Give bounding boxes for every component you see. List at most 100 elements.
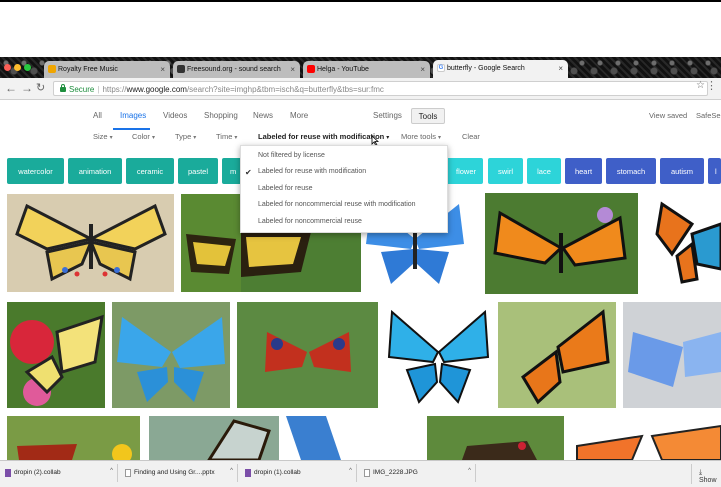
tab-all[interactable]: All [93,111,102,120]
chevron-down-icon: ▾ [438,135,442,141]
image-result[interactable] [286,416,411,460]
chip-stomach[interactable]: stomach [606,158,656,184]
tab-close-icon[interactable]: × [558,64,563,73]
tab-news[interactable]: News [253,111,273,120]
image-result[interactable] [623,302,721,408]
lock-icon [60,84,66,92]
image-result[interactable] [181,194,241,292]
tools-button[interactable]: Tools [411,108,445,124]
chip-pastel[interactable]: pastel [178,158,218,184]
image-result[interactable] [7,416,140,460]
more-tools-filter-label: More tools [401,132,437,141]
tab-freesound[interactable]: Freesound.org - sound search × [173,61,300,78]
tab-images[interactable]: Images [120,111,146,120]
more-tools-filter[interactable]: More tools ▾ [401,132,441,141]
screen: Royalty Free Music × Freesound.org - sou… [0,0,721,487]
image-result[interactable] [7,302,105,408]
download-item[interactable]: dropin (2).collab ^ [0,464,118,482]
tab-label: Helga - YouTube [317,66,369,73]
show-all-downloads-button[interactable]: ⤓ Show [691,464,721,484]
top-black-bar [0,0,721,2]
size-filter-label: Size [93,132,108,141]
tab-royalty-free-music[interactable]: Royalty Free Music × [44,61,170,78]
google-favicon-icon: G [437,64,445,72]
monarch-butterfly-image [485,193,638,294]
usage-rights-filter[interactable]: Labeled for reuse with modification ▾ [258,132,389,141]
chip-label: pastel [187,167,208,176]
image-result[interactable] [427,416,564,460]
tab-butterfly-google-search[interactable]: G butterfly - Google Search × [433,60,568,78]
close-window-icon[interactable] [4,64,11,71]
chevron-down-icon: ▾ [386,135,390,141]
tab-helga-youtube[interactable]: Helga - YouTube × [303,61,430,78]
reload-icon[interactable]: ↻ [36,82,45,94]
download-filename: dropin (1).collab [254,469,301,476]
back-arrow-icon[interactable]: ← [5,82,17,94]
menu-item-noncommercial-reuse[interactable]: Labeled for noncommercial reuse [258,218,362,225]
safesearch-link[interactable]: SafeSe [696,111,721,120]
tab-shopping[interactable]: Shopping [204,111,238,120]
menu-item-noncommercial-reuse-with-modification[interactable]: Labeled for noncommercial reuse with mod… [258,201,416,208]
tab-close-icon[interactable]: × [160,65,165,74]
image-result[interactable] [572,416,721,460]
bookmark-star-icon[interactable]: ☆ [696,80,705,91]
clear-filters-link[interactable]: Clear [462,132,480,141]
youtube-favicon-icon [307,65,315,73]
tab-close-icon[interactable]: × [420,65,425,74]
chip-ceramic[interactable]: ceramic [126,158,174,184]
menu-item-reuse[interactable]: Labeled for reuse [258,185,312,192]
colorful-butterfly-image [655,201,721,284]
image-result[interactable] [498,302,616,408]
chevron-up-icon[interactable]: ^ [230,468,233,474]
download-arrow-icon: ⤓ [699,469,703,476]
image-result-partial[interactable] [241,232,361,292]
chip-heart[interactable]: heart [565,158,602,184]
usage-rights-menu: Not filtered by license ✔ Labeled for re… [240,145,448,233]
size-filter[interactable]: Size ▾ [93,132,113,141]
tab-close-icon[interactable]: × [290,65,295,74]
chip-watercolor[interactable]: watercolor [7,158,64,184]
type-filter[interactable]: Type ▾ [175,132,196,141]
download-item[interactable]: dropin (1).collab ^ [240,464,357,482]
peacock-butterfly-image [237,302,378,408]
chip-partial-l[interactable]: l [708,158,721,184]
image-result[interactable] [652,194,721,292]
address-bar[interactable]: Secure | https://www.google.com/search?sit… [53,81,708,96]
view-saved-link[interactable]: View saved [649,111,687,120]
search-nav [0,100,721,130]
image-result[interactable] [149,416,279,460]
download-item[interactable]: IMG_2228.JPG ^ [359,464,476,482]
maximize-window-icon[interactable] [24,64,31,71]
monarch-butterfly-image [498,302,616,408]
image-result[interactable] [485,193,638,294]
image-result[interactable] [7,194,174,292]
menu-kebab-icon[interactable]: ⋮ [706,79,717,92]
settings-link[interactable]: Settings [373,111,402,120]
chip-lace[interactable]: lace [527,158,561,184]
tab-more[interactable]: More [290,111,308,120]
download-item[interactable]: Finding and Using Gr....pptx ^ [120,464,238,482]
chip-label: stomach [616,167,646,176]
minimize-window-icon[interactable] [14,64,21,71]
chevron-up-icon[interactable]: ^ [468,468,471,474]
image-result[interactable] [237,302,378,408]
chevron-up-icon[interactable]: ^ [110,468,113,474]
forward-arrow-icon[interactable]: → [21,82,33,94]
chevron-down-icon: ▾ [151,135,155,141]
chevron-up-icon[interactable]: ^ [349,468,352,474]
chip-swirl[interactable]: swirl [488,158,523,184]
chip-label: heart [574,167,593,176]
chip-flower[interactable]: flower [446,158,483,184]
menu-item-not-filtered[interactable]: Not filtered by license [258,152,325,159]
browser-toolbar: ← → ↻ Secure | https://www.google.com/sear… [0,78,721,100]
chip-autism[interactable]: autism [660,158,704,184]
menu-item-reuse-with-modification[interactable]: Labeled for reuse with modification [258,168,366,175]
time-filter[interactable]: Time ▾ [216,132,237,141]
image-result[interactable] [387,302,490,408]
chip-animation[interactable]: animation [68,158,122,184]
tab-videos[interactable]: Videos [163,111,187,120]
butterfly-on-yellow-flower-image [7,416,140,460]
color-filter[interactable]: Color ▾ [132,132,155,141]
image-result[interactable] [112,302,230,408]
chip-label: ceramic [136,167,164,176]
